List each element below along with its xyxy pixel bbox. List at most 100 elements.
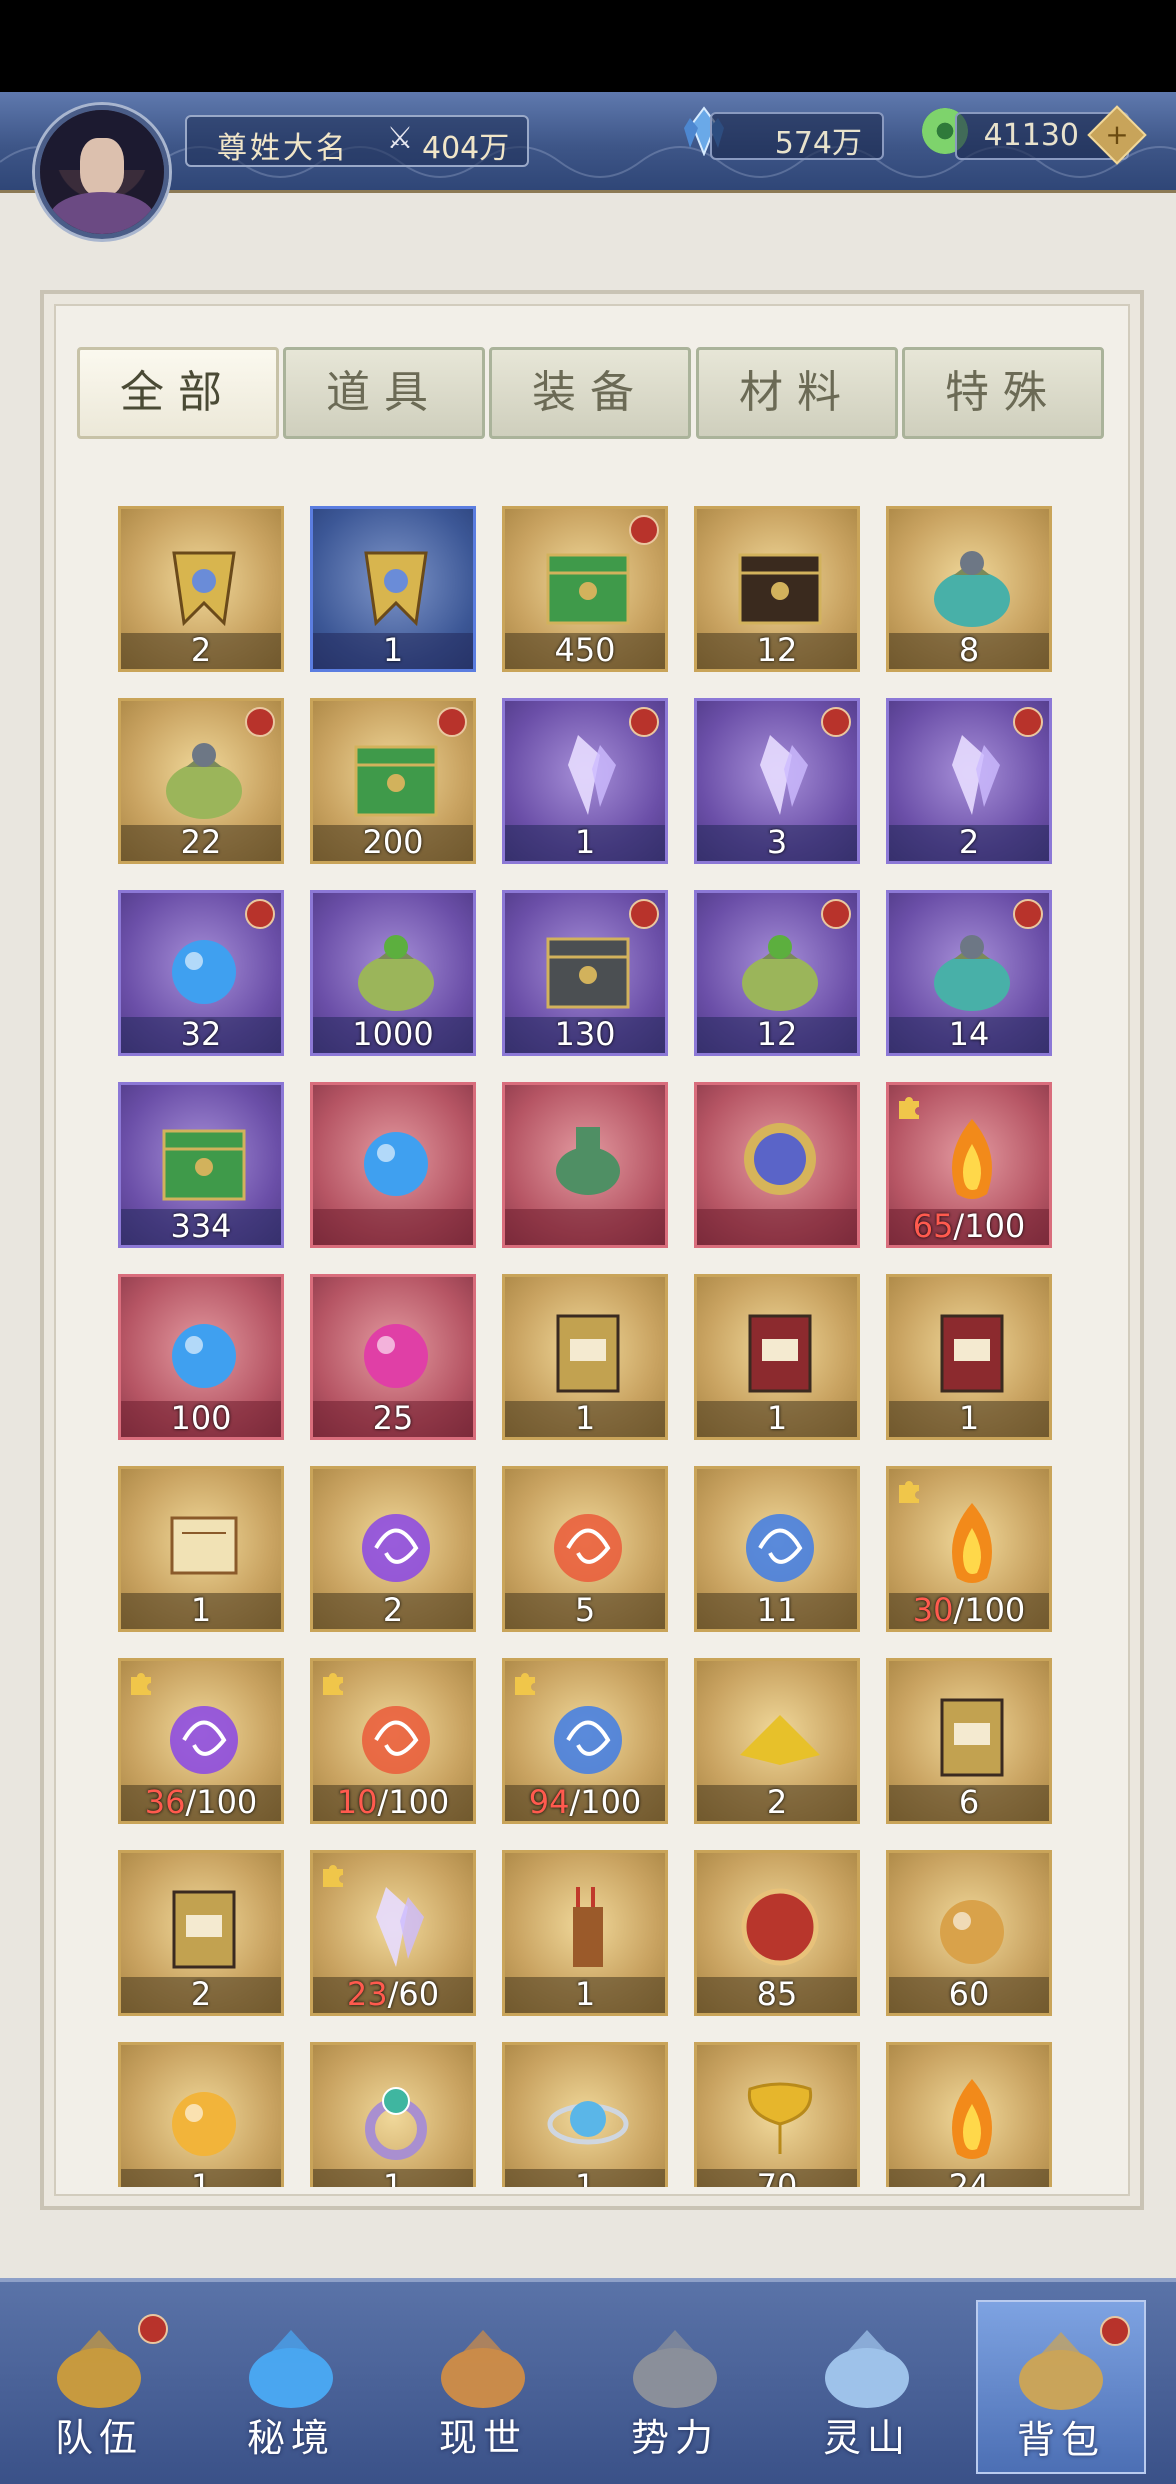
gem-pouch-icon: [166, 743, 242, 819]
inventory-item-green-treasure-chest[interactable]: 334: [118, 1082, 284, 1248]
player-info-box[interactable]: 尊姓大名 ⚔ 404万: [185, 115, 529, 167]
item-count: 1: [958, 1399, 980, 1437]
inventory-item-blue-swirl[interactable]: 11: [694, 1466, 860, 1632]
tab-all[interactable]: 全部: [77, 347, 279, 439]
inventory-item-jade-ring[interactable]: 1: [310, 2042, 476, 2187]
inventory-item-purple-swirl[interactable]: 2: [310, 1466, 476, 1632]
inventory-item-dark-lacquer-chest[interactable]: 12: [694, 506, 860, 672]
item-count: 1: [382, 2167, 404, 2187]
inventory-item-crystal-shard[interactable]: 2: [886, 698, 1052, 864]
talisman-book-icon: [172, 1890, 236, 1969]
item-count: 32: [180, 1015, 222, 1053]
nav-backpack[interactable]: 背包: [976, 2300, 1146, 2474]
fragment-max: /100: [953, 1591, 1026, 1629]
inventory-item-pink-orb[interactable]: 25: [310, 1274, 476, 1440]
nav-label: 秘境: [246, 2416, 335, 2460]
fragment-current: 30: [912, 1591, 954, 1629]
inventory-item-pearl-orb[interactable]: 60: [886, 1850, 1052, 2016]
inventory-item-red-swirl-fragment[interactable]: 10/100: [310, 1658, 476, 1824]
fragment-max: /60: [387, 1975, 440, 2013]
herb-pouch-icon: [358, 935, 434, 1011]
puzzle-fragment-icon: [323, 1865, 343, 1887]
inventory-item-mirror-artifact[interactable]: [694, 1082, 860, 1248]
item-count: 12: [756, 631, 798, 669]
inventory-item-skill-book-red[interactable]: 1: [694, 1274, 860, 1440]
pearl-orb-icon: [940, 1900, 1004, 1964]
inventory-item-green-treasure-chest[interactable]: 450: [502, 506, 668, 672]
inventory-item-open-book[interactable]: 6: [886, 1658, 1052, 1824]
nav-present-world[interactable]: 现世: [400, 2300, 566, 2470]
inventory-item-flag-pennant[interactable]: 1: [310, 506, 476, 672]
tab-items[interactable]: 道具: [283, 347, 485, 439]
skill-book-red-icon: [748, 1314, 812, 1393]
inventory-item-talisman-book[interactable]: 2: [118, 1850, 284, 2016]
inventory-item-iron-chest[interactable]: 130: [502, 890, 668, 1056]
nav-faction[interactable]: 势力: [592, 2300, 758, 2470]
item-count: 24: [948, 2167, 990, 2187]
nav-spirit-mountain[interactable]: 灵山: [784, 2300, 950, 2470]
inventory-item-green-treasure-chest[interactable]: 200: [310, 698, 476, 864]
spirit-mountain-icon: [825, 2330, 909, 2408]
inventory-item-purple-swirl-fragment[interactable]: 36/100: [118, 1658, 284, 1824]
flag-pennant-icon: [172, 551, 236, 627]
inventory-item-crystal-shard[interactable]: 1: [502, 698, 668, 864]
fragment-max: /100: [185, 1783, 258, 1821]
purple-swirl-icon: [362, 1514, 430, 1582]
puzzle-fragment-icon: [899, 1481, 919, 1503]
inventory-item-ore-pouch[interactable]: 14: [886, 890, 1052, 1056]
inventory-item-skill-book-red[interactable]: 1: [886, 1274, 1052, 1440]
item-count: 2: [958, 823, 980, 861]
open-book-icon: [940, 1698, 1004, 1777]
fragment-max: /100: [377, 1783, 450, 1821]
inventory-item-scroll-map[interactable]: 1: [118, 1466, 284, 1632]
gourd-bottle-icon: [364, 1132, 428, 1196]
present-world-icon: [441, 2330, 525, 2408]
inventory-item-gourd-bottle[interactable]: [310, 1082, 476, 1248]
inventory-item-crystal-shard[interactable]: 3: [694, 698, 860, 864]
bronze-censer-icon: [556, 1127, 620, 1195]
inventory-item-armillary-sphere[interactable]: 1: [502, 2042, 668, 2187]
green-treasure-chest-icon: [162, 1129, 246, 1201]
mirror-artifact-icon: [744, 1123, 816, 1195]
nav-secret-realm[interactable]: 秘境: [208, 2300, 374, 2470]
backpack-icon: [1019, 2332, 1103, 2410]
inventory-item-water-orb[interactable]: 32: [118, 890, 284, 1056]
nav-label: 现世: [438, 2416, 527, 2460]
inventory-item-red-swirl[interactable]: 5: [502, 1466, 668, 1632]
item-count: 5: [574, 1591, 596, 1629]
tab-equipment[interactable]: 装备: [489, 347, 691, 439]
inventory-item-gem-pouch[interactable]: 22: [118, 698, 284, 864]
inventory-item-rune-medallion[interactable]: 85: [694, 1850, 860, 2016]
inventory-item-golden-cloud-orb[interactable]: 1: [118, 2042, 284, 2187]
item-count: 70: [756, 2167, 798, 2187]
inventory-item-herb-pouch[interactable]: 1000: [310, 890, 476, 1056]
item-count: 60: [948, 1975, 990, 2013]
iron-chest-icon: [546, 937, 630, 1009]
inventory-item-lotus-fragment[interactable]: 30/100: [886, 1466, 1052, 1632]
inventory-item-fire-fragment[interactable]: 65/100: [886, 1082, 1052, 1248]
nav-label: 灵山: [822, 2416, 911, 2460]
dark-lacquer-chest-icon: [738, 553, 822, 625]
fragment-max: /100: [953, 1207, 1026, 1245]
inventory-item-gold-sand-pile[interactable]: 2: [694, 1658, 860, 1824]
item-count: 8: [958, 631, 980, 669]
tab-materials[interactable]: 材料: [696, 347, 898, 439]
inventory-item-feather-fragment[interactable]: 23/60: [310, 1850, 476, 2016]
nav-team[interactable]: 队伍: [16, 2300, 182, 2470]
inventory-item-spirit-flask[interactable]: 100: [118, 1274, 284, 1440]
inventory-item-skill-book-gold[interactable]: 1: [502, 1274, 668, 1440]
inventory-item-blue-swirl-fragment[interactable]: 94/100: [502, 1658, 668, 1824]
item-count: [697, 1207, 857, 1245]
inventory-item-ginkgo-leaf[interactable]: 70: [694, 2042, 860, 2187]
tab-special[interactable]: 特殊: [902, 347, 1104, 439]
item-fragment-progress: 10/100: [313, 1783, 473, 1821]
inventory-item-herb-pouch[interactable]: 12: [694, 890, 860, 1056]
inventory-item-flag-pennant[interactable]: 2: [118, 506, 284, 672]
player-avatar[interactable]: [35, 105, 169, 239]
inventory-item-bronze-censer[interactable]: [502, 1082, 668, 1248]
inventory-item-amber-stone[interactable]: 24: [886, 2042, 1052, 2187]
nav-label: 队伍: [54, 2416, 143, 2460]
inventory-item-arrow-quiver[interactable]: 1: [502, 1850, 668, 2016]
nav-label: 势力: [630, 2416, 719, 2460]
inventory-item-ore-pouch[interactable]: 8: [886, 506, 1052, 672]
